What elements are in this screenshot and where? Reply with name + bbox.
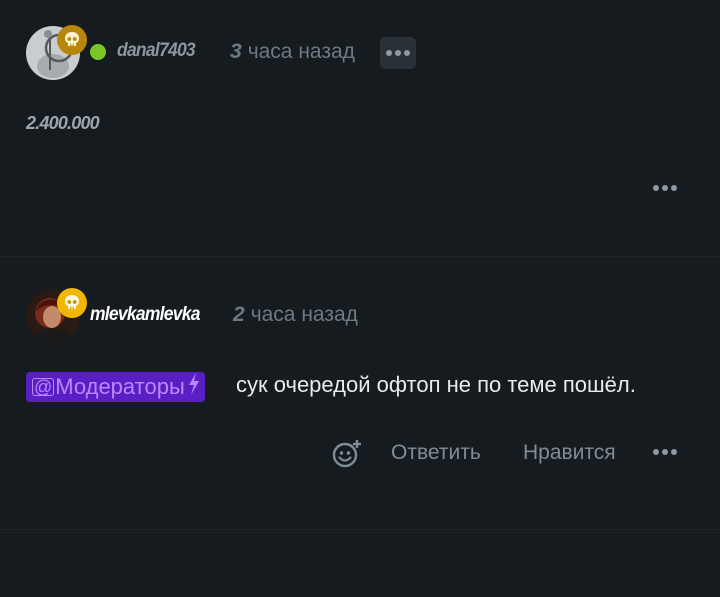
lightning-icon <box>187 373 201 401</box>
timestamp-number: 3 <box>230 40 242 63</box>
ellipsis-icon <box>386 50 410 56</box>
timestamp: 3 часа назад <box>230 40 355 64</box>
timestamp-text: часа назад <box>247 40 355 63</box>
online-status-icon <box>90 44 106 60</box>
mention-label: Модераторы <box>55 374 185 399</box>
ellipsis-icon[interactable] <box>653 185 677 191</box>
add-reaction-icon[interactable] <box>331 438 363 475</box>
mention-at: @ <box>32 377 55 397</box>
comment-text: 2.400.000 <box>26 113 100 133</box>
skull-badge-icon <box>57 25 87 55</box>
author-name[interactable]: mlevkamlevka <box>90 304 200 326</box>
comment-menu-button[interactable] <box>380 37 416 69</box>
like-button[interactable]: Нравится <box>523 441 616 465</box>
ellipsis-icon[interactable] <box>653 449 677 455</box>
mention-tag[interactable]: @ Модераторы <box>26 372 205 402</box>
reply-button[interactable]: Ответить <box>391 441 481 465</box>
timestamp-text: часа назад <box>250 303 358 326</box>
comment-text: сук очередой офтоп не по теме пошёл. <box>236 372 636 397</box>
timestamp: 2 часа назад <box>233 303 358 327</box>
comment-1: danal7403 3 часа назад 2.400.000 <box>0 0 720 256</box>
timestamp-number: 2 <box>233 303 245 326</box>
comment-2: mlevkamlevka 2 часа назад @ Модераторы сук… <box>0 257 720 529</box>
divider <box>0 529 720 530</box>
skull-badge-icon <box>57 288 87 318</box>
comments-feed: danal7403 3 часа назад 2.400.000 mlevkam… <box>0 0 720 597</box>
author-name[interactable]: danal7403 <box>117 40 196 62</box>
